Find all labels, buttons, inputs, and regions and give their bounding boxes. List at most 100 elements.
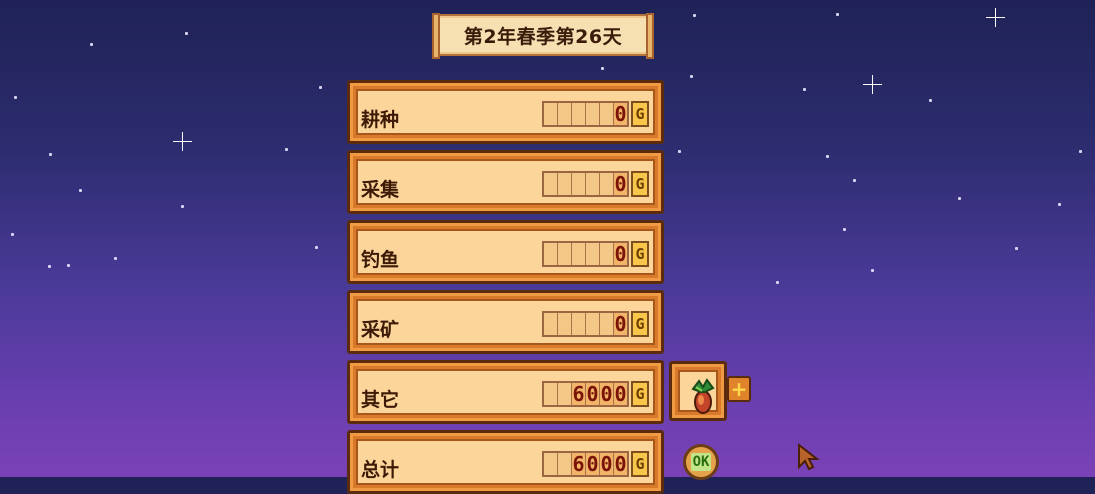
sparkle-star	[173, 132, 192, 151]
digit	[572, 313, 586, 335]
digit: 6	[572, 452, 586, 476]
star	[871, 269, 874, 272]
ok-label: OK	[690, 453, 712, 471]
digit: 0	[614, 172, 627, 196]
digit: 0	[614, 382, 627, 406]
cursor-icon	[798, 443, 820, 471]
digit	[558, 103, 572, 125]
money-display: 6 0 0 0 G	[542, 381, 649, 407]
money-display: 6 0 0 0 G	[542, 451, 649, 477]
digit-counter: 0	[542, 241, 629, 267]
shipping-row-mining[interactable]: 采矿 0 G	[347, 290, 664, 354]
money-display: 0 G	[542, 311, 649, 337]
digit: 0	[586, 382, 600, 406]
shipping-row-farming[interactable]: 耕种 0 G	[347, 80, 664, 144]
date-title-scroll: 第2年春季第26天	[432, 13, 654, 59]
star	[929, 99, 932, 102]
shipping-row-fishing[interactable]: 钓鱼 0 G	[347, 220, 664, 284]
digit	[558, 453, 572, 475]
star	[803, 88, 806, 91]
digit	[558, 243, 572, 265]
star	[826, 155, 829, 158]
gold-currency-icon: G	[631, 171, 649, 197]
digit	[572, 173, 586, 195]
star	[1079, 150, 1082, 153]
gold-currency-icon: G	[631, 101, 649, 127]
digit-counter: 0	[542, 311, 629, 337]
star	[48, 265, 51, 268]
star	[958, 197, 961, 200]
digit	[572, 243, 586, 265]
row-label: 耕种	[361, 109, 400, 131]
row-inner: 钓鱼 0 G	[356, 229, 655, 275]
digit-counter: 0	[542, 101, 629, 127]
digit	[586, 173, 600, 195]
star	[319, 86, 322, 89]
row-label: 采集	[361, 179, 400, 201]
row-label: 总计	[361, 459, 400, 481]
money-display: 0 G	[542, 171, 649, 197]
star	[693, 14, 696, 17]
row-inner: 其它 6 0 0 0 G	[356, 369, 655, 415]
digit: 0	[600, 382, 614, 406]
star	[67, 264, 70, 267]
shipping-row-other[interactable]: 其它 6 0 0 0 G	[347, 360, 664, 424]
row-inner: 采矿 0 G	[356, 299, 655, 345]
digit: 0	[614, 312, 627, 336]
plus-button[interactable]: +	[727, 376, 751, 402]
gold-currency-icon: G	[631, 311, 649, 337]
row-label: 采矿	[361, 319, 400, 341]
star	[853, 179, 856, 182]
digit	[558, 383, 572, 405]
date-title: 第2年春季第26天	[463, 25, 623, 48]
star	[11, 233, 14, 236]
star	[836, 13, 839, 16]
gold-currency-icon: G	[631, 451, 649, 477]
star	[1015, 247, 1018, 250]
row-inner: 总计 6 0 0 0 G	[356, 439, 655, 485]
digit	[600, 173, 614, 195]
digit	[544, 383, 558, 405]
item-slot-inner	[678, 370, 718, 414]
digit-counter: 6 0 0 0	[542, 381, 629, 407]
shipping-row-foraging[interactable]: 采集 0 G	[347, 150, 664, 214]
digit	[558, 313, 572, 335]
digit	[544, 453, 558, 475]
digit: 0	[614, 102, 627, 126]
star	[114, 257, 117, 260]
sparkle-star	[863, 75, 882, 94]
digit: 6	[572, 382, 586, 406]
row-inner: 采集 0 G	[356, 159, 655, 205]
star	[14, 96, 17, 99]
digit	[586, 313, 600, 335]
row-inner: 耕种 0 G	[356, 89, 655, 135]
digit	[600, 313, 614, 335]
digit	[558, 173, 572, 195]
digit: 0	[600, 452, 614, 476]
star	[315, 246, 318, 249]
digit	[600, 103, 614, 125]
scroll-roll-left	[432, 13, 440, 59]
star	[185, 32, 188, 35]
star	[678, 150, 681, 153]
row-label: 其它	[361, 389, 400, 411]
digit	[544, 313, 558, 335]
digit	[544, 173, 558, 195]
star	[690, 75, 693, 78]
digit	[600, 243, 614, 265]
digit	[544, 243, 558, 265]
digit: 0	[586, 452, 600, 476]
shipped-item-slot[interactable]	[669, 361, 727, 421]
star	[776, 281, 779, 284]
digit-counter: 6 0 0 0	[542, 451, 629, 477]
star	[285, 148, 288, 151]
digit	[586, 103, 600, 125]
money-display: 0 G	[542, 241, 649, 267]
star	[1058, 203, 1061, 206]
star	[181, 205, 184, 208]
ok-button[interactable]: OK	[683, 444, 719, 480]
star	[601, 67, 604, 70]
shipping-row-total: 总计 6 0 0 0 G	[347, 430, 664, 494]
scroll-roll-right	[646, 13, 654, 59]
digit-counter: 0	[542, 171, 629, 197]
